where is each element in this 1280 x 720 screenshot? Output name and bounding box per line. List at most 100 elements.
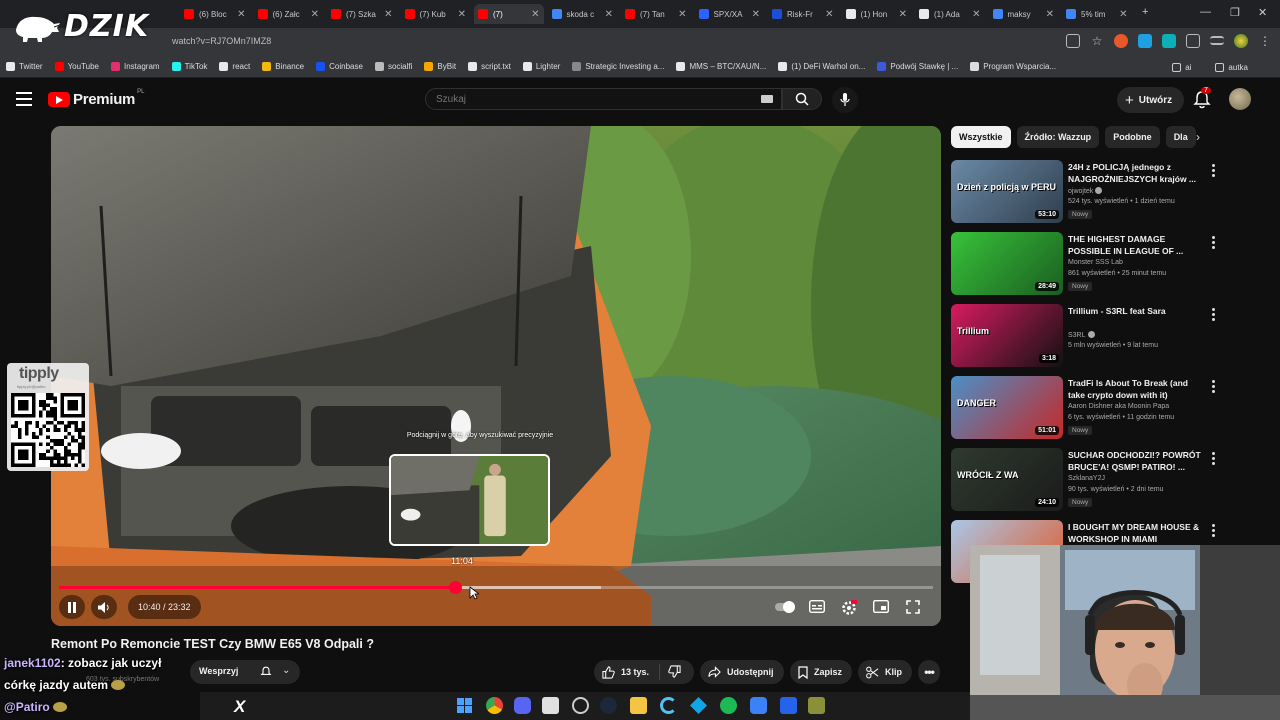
chrome-icon[interactable] [486,697,503,714]
close-tab-icon[interactable]: ✕ [972,9,980,20]
recommendation-item[interactable]: WRÓCIŁ Z WA 24:10 SUCHAR ODCHODZI!? POWRÓT… [951,448,1231,512]
bookmark-item[interactable]: Binance [262,62,304,71]
bookmark-item[interactable]: Lighter [522,62,560,71]
channel-name[interactable]: ojwojtek [1068,187,1103,195]
browser-tab[interactable]: SPX/XA ✕ [695,4,765,24]
chevron-right-icon[interactable]: › [1196,130,1200,144]
close-tab-icon[interactable]: ✕ [237,9,245,20]
hamburger-menu-icon[interactable] [16,92,32,106]
bookmark-item[interactable]: Instagram [111,62,160,71]
channel-name[interactable]: Aaron Dishner aka Moonin Papa [1068,403,1169,410]
bookmark-item[interactable]: react [219,62,250,71]
clip-button[interactable]: Klip [858,660,912,684]
recommendation-title[interactable]: SUCHAR ODCHODZI!? POWRÓT BRUCE'A! QSMP! … [1068,449,1206,473]
more-vertical-icon[interactable] [1209,522,1217,538]
spotify-icon[interactable] [720,697,737,714]
bookmark-item[interactable]: script.txt [468,62,511,71]
video-thumbnail[interactable]: DANGER 51:01 [951,376,1063,439]
bookmark-item[interactable]: MMS – BTC/XAU/N... [676,62,766,71]
steam-icon[interactable] [600,697,617,714]
video-thumbnail[interactable]: Trillium 3:18 [951,304,1063,367]
autoplay-toggle[interactable] [775,600,795,614]
progress-bar[interactable] [59,581,933,594]
bookmark-item[interactable]: Podwój Stawkę | ... [877,62,958,71]
volume-button[interactable] [91,595,117,619]
close-tab-icon[interactable]: ✕ [1046,9,1054,20]
subscription-bell-icon[interactable] [260,666,272,678]
recommendation-title[interactable]: 24H z POLICJĄ jednego z NAJGROŹNIEJSZYCH… [1068,161,1206,185]
bookmark-item[interactable]: Strategic Investing a... [572,62,664,71]
recommendation-title[interactable]: Trillium - S3RL feat Sara [1068,305,1206,317]
channel-name[interactable]: Monster SSS Lab [1068,259,1123,266]
more-actions-button[interactable]: ••• [918,660,940,684]
bookmark-item[interactable]: YouTube [54,62,99,71]
game-icon[interactable] [808,697,825,714]
close-tab-icon[interactable]: ✕ [678,9,686,20]
recommendation-item[interactable]: 28:49 THE HIGHEST DAMAGE POSSIBLE IN LEAG… [951,232,1231,296]
search-input[interactable] [426,89,746,110]
file-explorer-icon[interactable] [630,697,647,714]
more-vertical-icon[interactable] [1209,234,1217,250]
minimize-icon[interactable]: — [1200,6,1211,18]
new-tab-button[interactable]: + [1142,6,1148,18]
more-vertical-icon[interactable] [1209,378,1217,394]
close-tab-icon[interactable]: ✕ [752,9,760,20]
x-app-icon[interactable] [780,697,797,714]
subtitles-button[interactable] [808,599,826,614]
edge-icon[interactable] [660,697,677,714]
browser-tab[interactable]: (6) Załc ✕ [254,4,324,24]
filter-chip[interactable]: Podobne [1105,126,1160,148]
like-button[interactable]: 13 tys. [594,664,660,680]
close-tab-icon[interactable]: ✕ [531,9,539,20]
voice-search-button[interactable] [832,87,858,113]
close-tab-icon[interactable]: ✕ [899,9,907,20]
extension-blue-icon[interactable] [1138,34,1152,48]
bookmark-item[interactable]: Program Wsparcia... [970,62,1056,71]
recommendation-item[interactable]: DANGER 51:01 TradFi Is About To Break (and… [951,376,1231,440]
close-tab-icon[interactable]: ✕ [825,9,833,20]
video-thumbnail[interactable]: WRÓCIŁ Z WA 24:10 [951,448,1063,511]
close-tab-icon[interactable]: ✕ [384,9,392,20]
browser-menu-icon[interactable]: ⋮ [1258,34,1272,48]
support-button[interactable]: Wesprzyj [199,666,238,676]
share-button[interactable]: Udostępnij [700,660,784,684]
url-field[interactable]: watch?v=RJ7OMn7IMZ8 [172,36,271,46]
network-app-icon[interactable] [690,697,707,714]
app-icon[interactable] [750,697,767,714]
browser-tab[interactable]: (1) Ada ✕ [915,4,985,24]
browser-tab[interactable]: Risk-Fr ✕ [768,4,838,24]
scrubber-knob[interactable] [448,581,462,594]
browser-tab[interactable]: (1) Hon ✕ [842,4,912,24]
bookmark-item[interactable]: Twitter [6,62,43,71]
install-app-icon[interactable] [1066,34,1080,48]
extension-fox-icon[interactable] [1114,34,1128,48]
video-thumbnail[interactable]: Dzień z policją w PERU 53:10 [951,160,1063,223]
bookmark-item[interactable]: TikTok [171,62,207,71]
more-vertical-icon[interactable] [1209,306,1217,322]
settings-button[interactable] [841,600,857,615]
reading-list-icon[interactable] [1210,36,1224,45]
create-button[interactable]: + Utwórz [1117,87,1185,113]
x1-app-icon[interactable]: X [234,697,245,717]
bookmark-item[interactable]: (1) DeFi Warhol on... [778,62,865,71]
save-button[interactable]: Zapisz [790,660,852,684]
browser-tab[interactable]: skoda c ✕ [548,4,618,24]
bookmark-folder[interactable]: ai [1172,62,1191,72]
recommendation-item[interactable]: Dzień z policją w PERU 53:10 24H z POLICJĄ… [951,160,1231,224]
keyboard-icon[interactable] [761,95,773,103]
recommendation-title[interactable]: I BOUGHT MY DREAM HOUSE & WORKSHOP IN MI… [1068,521,1206,545]
dislike-button[interactable] [660,664,681,680]
bookmark-star-icon[interactable]: ☆ [1090,34,1104,48]
browser-tab[interactable]: (7) Tan ✕ [621,4,691,24]
close-tab-icon[interactable]: ✕ [311,9,319,20]
browser-tab[interactable]: (7) Kub ✕ [401,4,471,24]
extension-teal-icon[interactable] [1162,34,1176,48]
discord-icon[interactable] [514,697,531,714]
bookmark-item[interactable]: Coinbase [316,62,363,71]
extensions-puzzle-icon[interactable] [1186,34,1200,48]
notepad-icon[interactable] [542,697,559,714]
youtube-logo[interactable]: Premium PL [48,89,144,108]
bookmark-item[interactable]: ByBit [424,62,456,71]
maximize-icon[interactable]: ❐ [1230,6,1240,19]
pause-button[interactable] [59,595,85,619]
